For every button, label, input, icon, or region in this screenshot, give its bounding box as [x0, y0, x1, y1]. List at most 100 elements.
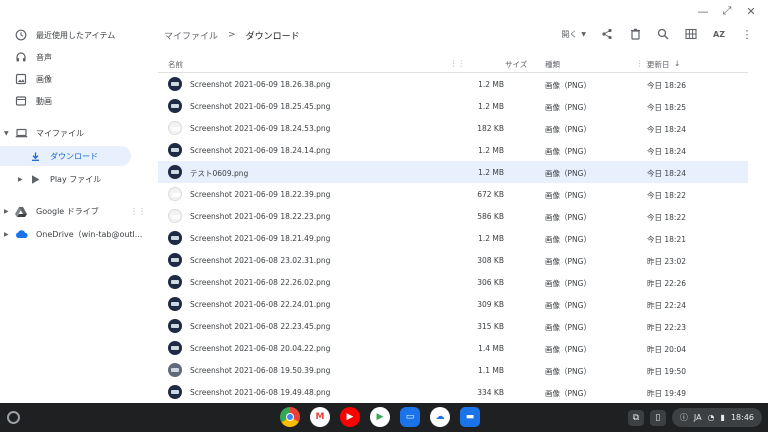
image-thumbnail	[168, 187, 182, 201]
table-row[interactable]: Screenshot 2021-06-08 22.23.45.png 315 K…	[158, 315, 748, 337]
trash-icon[interactable]	[628, 27, 642, 41]
table-row[interactable]: Screenshot 2021-06-09 18.22.39.png 672 K…	[158, 183, 748, 205]
table-row[interactable]: Screenshot 2021-06-09 18.21.49.png 1.2 M…	[158, 227, 748, 249]
sort-arrow-down-icon[interactable]: ↓	[674, 59, 680, 68]
caret-down-icon: ▼	[581, 30, 586, 38]
image-thumbnail	[168, 363, 182, 377]
youtube-icon[interactable]: ▶	[340, 407, 360, 427]
chevron-right-icon[interactable]: ▶	[18, 176, 28, 183]
table-row[interactable]: Screenshot 2021-06-08 20.04.22.png 1.4 M…	[158, 337, 748, 359]
table-row[interactable]: Screenshot 2021-06-09 18.24.14.png 1.2 M…	[158, 139, 748, 161]
open-label: 開く	[561, 29, 578, 39]
file-size: 306 KB	[477, 278, 504, 287]
open-button[interactable]: 開く ▼	[561, 26, 586, 42]
ime-indicator: JA	[693, 413, 702, 422]
file-type: 画像（PNG）	[545, 81, 591, 90]
messages-icon[interactable]: ▭	[400, 407, 420, 427]
file-date: 今日 18:25	[647, 103, 686, 112]
file-date: 昨日 20:04	[647, 345, 686, 354]
table-row[interactable]: Screenshot 2021-06-08 23.02.31.png 308 K…	[158, 249, 748, 271]
minimize-button[interactable]: —	[696, 5, 710, 18]
sidebar-item-label: OneDrive（win-tab@outl...	[36, 229, 143, 239]
table-row[interactable]: Screenshot 2021-06-09 18.25.45.png 1.2 M…	[158, 95, 748, 117]
battery-icon: ▮	[720, 413, 725, 422]
breadcrumb-root[interactable]: マイファイル	[164, 29, 218, 42]
more-vert-icon[interactable]: ⋮	[740, 27, 754, 41]
table-row[interactable]: Screenshot 2021-06-08 19.50.39.png 1.1 M…	[158, 359, 748, 381]
file-name: Screenshot 2021-06-08 23.02.31.png	[190, 256, 331, 265]
file-size: 1.2 MB	[478, 102, 504, 111]
file-type: 画像（PNG）	[545, 279, 591, 288]
sidebar-item-label: マイファイル	[36, 128, 84, 138]
table-row[interactable]: Screenshot 2021-06-08 22.26.02.png 306 K…	[158, 271, 748, 293]
sidebar-item-label: 最近使用したアイテム	[36, 30, 116, 40]
chrome-icon[interactable]	[280, 407, 300, 427]
image-thumbnail	[168, 143, 182, 157]
sidebar-item-play-files[interactable]: ▶ Play ファイル	[18, 169, 101, 189]
file-name: Screenshot 2021-06-09 18.25.45.png	[190, 102, 331, 111]
column-name[interactable]: 名前	[168, 59, 183, 70]
image-thumbnail	[168, 341, 182, 355]
table-row[interactable]: Screenshot 2021-06-09 18.26.38.png 1.2 M…	[158, 73, 748, 95]
cloud-app-icon[interactable]: ☁	[430, 407, 450, 427]
share-icon[interactable]	[600, 27, 614, 41]
phone-hub-icon[interactable]: ▯	[649, 409, 666, 426]
close-button[interactable]: ✕	[744, 5, 758, 18]
system-status[interactable]: ⓘ JA ◔ ▮ 18:46	[671, 408, 762, 427]
table-row[interactable]: Screenshot 2021-06-09 18.24.53.png 182 K…	[158, 117, 748, 139]
table-row[interactable]: Screenshot 2021-06-08 22.24.01.png 309 K…	[158, 293, 748, 315]
maximize-button[interactable]: ⤢	[720, 4, 734, 18]
file-type: 画像（PNG）	[545, 367, 591, 376]
drag-handle-icon[interactable]: ⋮⋮	[130, 207, 146, 216]
file-type: 画像（PNG）	[545, 103, 591, 112]
column-type[interactable]: 種類	[545, 59, 560, 70]
files-app-icon[interactable]: ▬	[460, 407, 480, 427]
sidebar-item-onedrive[interactable]: ▶ OneDrive（win-tab@outl...	[4, 224, 142, 244]
sidebar-item-label: Play ファイル	[50, 174, 102, 184]
column-modified[interactable]: 更新日	[647, 59, 670, 70]
sidebar-item-recent[interactable]: 最近使用したアイテム	[14, 25, 115, 45]
file-name: Screenshot 2021-06-09 18.21.49.png	[190, 234, 331, 243]
sidebar-item-audio[interactable]: 音声	[14, 47, 52, 67]
file-date: 昨日 19:50	[647, 367, 686, 376]
cloud-icon	[14, 227, 28, 241]
file-size: 1.2 MB	[478, 80, 504, 89]
sidebar-item-label: 画像	[36, 74, 52, 84]
table-row-selected[interactable]: テスト0609.png 1.2 MB 画像（PNG） 今日 18:24	[158, 161, 748, 183]
chevron-right-icon[interactable]: ▶	[4, 231, 14, 238]
sidebar-item-videos[interactable]: 動画	[14, 91, 52, 111]
file-name: Screenshot 2021-06-09 18.24.14.png	[190, 146, 331, 155]
sidebar-item-google-drive[interactable]: ▶ Google ドライブ ⋮⋮	[4, 201, 150, 221]
search-icon[interactable]	[656, 27, 670, 41]
chevron-down-icon[interactable]: ▼	[4, 130, 14, 137]
sidebar-item-downloads[interactable]: ダウンロード	[0, 146, 131, 166]
image-thumbnail	[168, 77, 182, 91]
sidebar-item-images[interactable]: 画像	[14, 69, 52, 89]
file-date: 今日 18:24	[647, 169, 686, 178]
table-row[interactable]: Screenshot 2021-06-09 18.22.23.png 586 K…	[158, 205, 748, 227]
launcher-icon[interactable]	[7, 411, 20, 424]
gmail-icon[interactable]: M	[310, 407, 330, 427]
grid-view-icon[interactable]	[684, 27, 698, 41]
file-date: 昨日 22:26	[647, 279, 686, 288]
play-store-icon[interactable]: ▶	[370, 407, 390, 427]
sidebar: 最近使用したアイテム 音声 画像 動画 ▼ マイファイル ダウンロード ▶ Pl…	[0, 18, 150, 403]
file-name: Screenshot 2021-06-08 20.04.22.png	[190, 344, 331, 353]
file-date: 昨日 22:24	[647, 301, 686, 310]
sidebar-item-my-files[interactable]: ▼ マイファイル	[4, 123, 84, 143]
file-date: 今日 18:21	[647, 235, 686, 244]
file-size: 1.4 MB	[478, 344, 504, 353]
file-type: 画像（PNG）	[545, 389, 591, 398]
file-type: 画像（PNG）	[545, 191, 591, 200]
file-name: Screenshot 2021-06-09 18.22.23.png	[190, 212, 331, 221]
file-size: 315 KB	[477, 322, 504, 331]
table-row[interactable]: Screenshot 2021-06-08 19.49.48.png 334 K…	[158, 381, 748, 403]
screen-capture-icon[interactable]: ⧉	[627, 409, 644, 426]
chevron-right-icon[interactable]: ▶	[4, 208, 14, 215]
sidebar-item-label: 動画	[36, 96, 52, 106]
column-size[interactable]: サイズ	[505, 59, 527, 70]
column-resize-handle[interactable]: ⋮⋮	[450, 59, 465, 68]
sort-az-icon[interactable]: AZ	[712, 27, 726, 41]
download-icon	[28, 149, 42, 163]
file-name: Screenshot 2021-06-08 19.50.39.png	[190, 366, 331, 375]
